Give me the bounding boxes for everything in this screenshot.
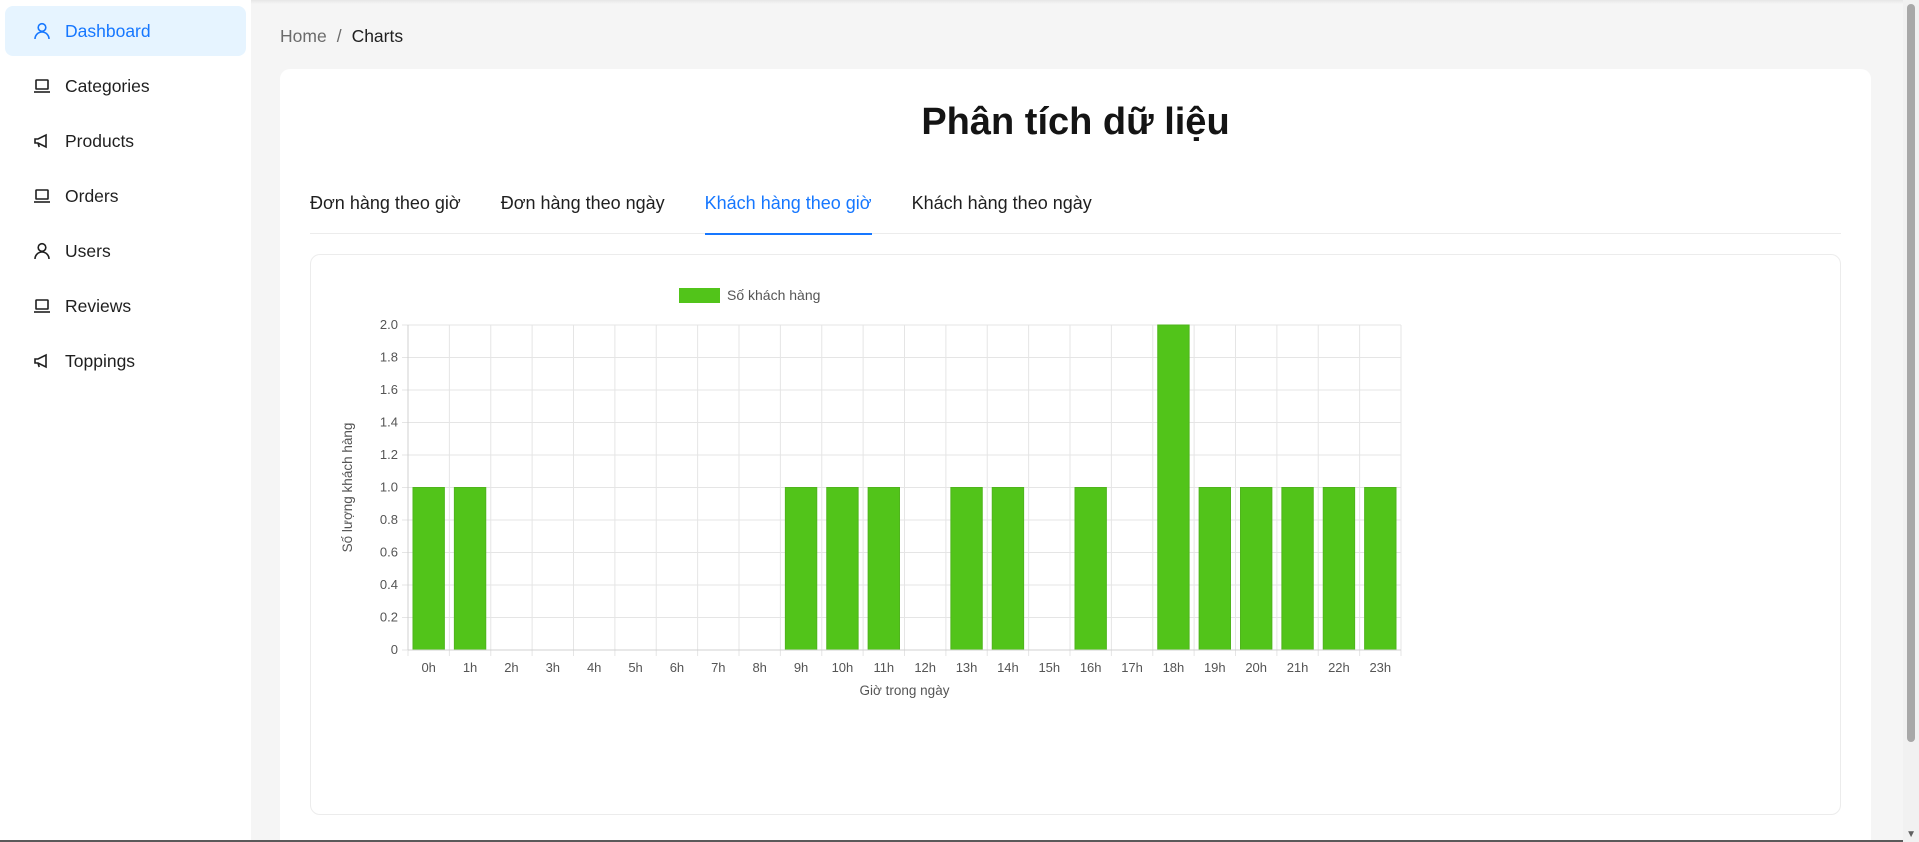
x-tick-label: 17h xyxy=(1121,660,1143,675)
legend-swatch xyxy=(679,288,720,303)
sidebar-item-toppings[interactable]: Toppings xyxy=(5,336,246,386)
bar-16h xyxy=(1074,487,1107,651)
y-axis-title: Số lượng khách hàng xyxy=(340,423,355,553)
x-tick-label: 23h xyxy=(1369,660,1391,675)
bar-0h xyxy=(412,487,445,651)
x-tick-label: 12h xyxy=(914,660,936,675)
customers-by-hour-chart: 0 0.2 0.4 0.6 0.8 1.0 1.2 1.4 1.6 1.8 2.0 0h 1h 2h 3h 4… xyxy=(340,287,1402,698)
sidebar-item-dashboard[interactable]: Dashboard xyxy=(5,6,246,56)
x-tick-label: 1h xyxy=(463,660,477,675)
laptop-icon xyxy=(33,187,51,205)
sidebar-item-label: Categories xyxy=(65,75,150,96)
x-tick-label: 8h xyxy=(752,660,766,675)
x-tick-label: 16h xyxy=(1080,660,1102,675)
sidebar: Dashboard Categories Products Orders Users Re… xyxy=(0,0,251,842)
bar-23h xyxy=(1364,487,1397,651)
x-tick-label: 7h xyxy=(711,660,725,675)
bar-14h xyxy=(991,487,1025,651)
breadcrumb-separator: / xyxy=(336,26,342,46)
bar-22h xyxy=(1322,487,1356,651)
user-icon xyxy=(33,22,51,40)
header-shadow xyxy=(251,0,1903,4)
bar-13h xyxy=(950,487,983,651)
x-tick-label: 9h xyxy=(794,660,808,675)
bar-18h xyxy=(1157,324,1190,651)
breadcrumb-current: Charts xyxy=(351,26,404,46)
bar-10h xyxy=(826,487,859,651)
y-tick-label: 0.8 xyxy=(380,512,398,527)
x-tick-label: 15h xyxy=(1038,660,1060,675)
scroll-down-arrow-icon[interactable]: ▼ xyxy=(1906,829,1916,840)
laptop-icon xyxy=(33,297,51,315)
x-tick-label: 5h xyxy=(628,660,642,675)
bar-21h xyxy=(1281,487,1314,651)
x-tick-label: 4h xyxy=(587,660,601,675)
y-tick-label: 0.4 xyxy=(380,577,398,592)
sidebar-item-label: Dashboard xyxy=(65,20,151,41)
x-tick-label: 14h xyxy=(997,660,1019,675)
y-tick-label: 2.0 xyxy=(380,317,398,332)
tab-1[interactable]: Đơn hàng theo ngày xyxy=(501,184,665,234)
page-title: Phân tích dữ liệu xyxy=(921,101,1230,143)
x-tick-label: 10h xyxy=(832,660,854,675)
x-axis-title: Giờ trong ngày xyxy=(860,683,950,698)
bar-11h xyxy=(867,487,900,651)
sidebar-item-label: Users xyxy=(65,240,111,261)
y-tick-label: 1.4 xyxy=(380,415,398,430)
sidebar-item-label: Toppings xyxy=(65,350,136,371)
x-tick-label: 19h xyxy=(1204,660,1226,675)
tab-2[interactable]: Khách hàng theo giờ xyxy=(704,184,872,235)
y-tick-label: 0.6 xyxy=(380,545,398,560)
breadcrumb: Home / Charts xyxy=(280,26,403,47)
y-tick-label: 1.8 xyxy=(380,350,398,365)
x-tick-label: 11h xyxy=(873,660,894,675)
x-tick-label: 2h xyxy=(504,660,518,675)
y-tick-label: 1.6 xyxy=(380,382,398,397)
breadcrumb-home[interactable]: Home xyxy=(280,26,327,47)
bar-19h xyxy=(1198,487,1231,651)
x-tick-label: 21h xyxy=(1287,660,1309,675)
sidebar-item-orders[interactable]: Orders xyxy=(5,171,246,221)
sidebar-item-label: Products xyxy=(65,130,135,151)
x-tick-label: 0h xyxy=(421,660,435,675)
sidebar-item-products[interactable]: Products xyxy=(5,116,246,166)
y-tick-label: 1.0 xyxy=(380,480,398,495)
x-tick-label: 18h xyxy=(1163,660,1185,675)
vertical-scrollbar[interactable]: ▼ xyxy=(1903,0,1919,842)
x-tick-label: 3h xyxy=(546,660,560,675)
tab-0[interactable]: Đơn hàng theo giờ xyxy=(310,184,461,234)
x-tick-label: 6h xyxy=(670,660,684,675)
legend-label: Số khách hàng xyxy=(727,287,820,303)
sidebar-item-label: Orders xyxy=(65,185,119,206)
bar-9h xyxy=(784,487,818,651)
bar-1h xyxy=(453,487,487,651)
sidebar-item-users[interactable]: Users xyxy=(5,226,246,276)
y-tick-label: 0.2 xyxy=(380,610,398,625)
tab-3[interactable]: Khách hàng theo ngày xyxy=(912,184,1092,234)
megaphone-icon xyxy=(33,132,51,150)
x-tick-label: 22h xyxy=(1328,660,1350,675)
bar-20h xyxy=(1240,487,1273,651)
scrollbar-thumb[interactable] xyxy=(1907,4,1915,742)
chart-container: 0 0.2 0.4 0.6 0.8 1.0 1.2 1.4 1.6 1.8 2.0 0h 1h 2h 3h 4… xyxy=(310,254,1841,815)
sidebar-item-categories[interactable]: Categories xyxy=(5,61,246,111)
sidebar-item-label: Reviews xyxy=(65,295,132,316)
x-tick-label: 20h xyxy=(1245,660,1267,675)
y-tick-label: 1.2 xyxy=(380,447,398,462)
megaphone-icon xyxy=(33,352,51,370)
laptop-icon xyxy=(33,77,51,95)
x-tick-label: 13h xyxy=(956,660,978,675)
sidebar-item-reviews[interactable]: Reviews xyxy=(5,281,246,331)
content-card: Phân tích dữ liệu Đơn hàng theo giờ Đơn h… xyxy=(280,69,1871,842)
user-icon xyxy=(33,242,51,260)
tab-bar: Đơn hàng theo giờ Đơn hàng theo ngày Khách… xyxy=(310,184,1841,235)
y-tick-label: 0 xyxy=(391,642,398,657)
